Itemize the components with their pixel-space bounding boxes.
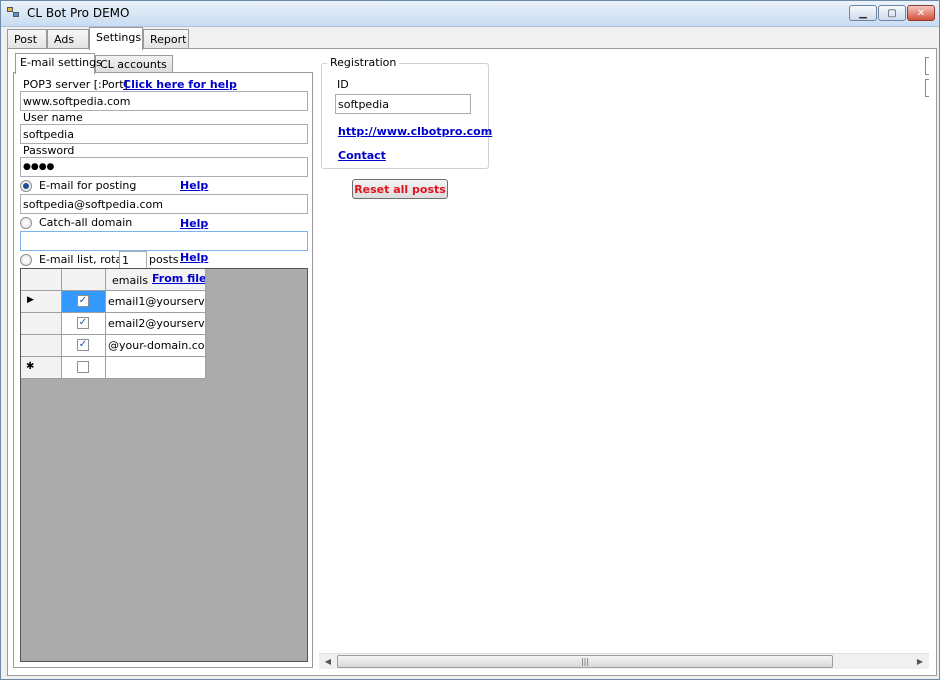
password-input[interactable]: ●●●● (20, 157, 308, 177)
emails-column-label: emails (112, 274, 149, 287)
password-label: Password (23, 144, 75, 157)
new-row-icon: ✱ (26, 361, 35, 372)
email-list-help-link[interactable]: Help (180, 251, 208, 264)
id-label: ID (337, 78, 349, 91)
scroll-thumb[interactable]: ||| (337, 655, 833, 668)
grid-check-header[interactable] (62, 269, 106, 291)
username-input[interactable]: softpedia (20, 124, 308, 144)
table-row-check[interactable] (62, 357, 106, 379)
current-row-icon: ▶ (27, 295, 34, 305)
pop3-help-link[interactable]: Click here for help (123, 78, 237, 91)
pop3-server-input[interactable]: www.softpedia.com (20, 91, 308, 111)
tab-report[interactable]: Report (143, 29, 189, 49)
row-header[interactable] (21, 313, 62, 335)
posts-label: posts (149, 253, 179, 266)
tab-post[interactable]: Post (7, 29, 47, 49)
id-input[interactable]: softpedia (335, 94, 471, 114)
close-icon: ✕ (916, 7, 926, 19)
contact-link[interactable]: Contact (338, 149, 386, 162)
scroll-right-icon[interactable]: ▶ (913, 656, 927, 668)
row-header[interactable]: ✱ (21, 357, 62, 379)
pop3-label: POP3 server [:Port] (23, 78, 128, 91)
catchall-help-link[interactable]: Help (180, 217, 208, 230)
row-header[interactable] (21, 335, 62, 357)
app-window: CL Bot Pro DEMO ▁ ▢ ✕ Post Ads Settings … (0, 0, 940, 680)
close-button[interactable]: ✕ (907, 5, 935, 21)
email-grid[interactable]: emails From file ▶ ✓ email1@yourserv... … (20, 268, 308, 662)
reset-all-posts-button[interactable]: Reset all posts (352, 179, 448, 199)
email-list-radio[interactable] (20, 254, 32, 266)
registration-title: Registration (327, 56, 400, 69)
maximize-icon: ▢ (887, 7, 897, 19)
maximize-button[interactable]: ▢ (878, 5, 906, 21)
title-bar: CL Bot Pro DEMO ▁ ▢ ✕ (1, 1, 939, 27)
grid-emails-header[interactable]: emails From file (106, 269, 206, 291)
minimize-icon: ▁ (859, 7, 867, 19)
table-row-email[interactable]: @your-domain.com (106, 335, 206, 357)
row-checkbox[interactable]: ✓ (77, 295, 89, 307)
from-file-link[interactable]: From file (152, 272, 205, 285)
minimize-button[interactable]: ▁ (849, 5, 877, 21)
table-row-email[interactable]: email1@yourserv... (106, 291, 206, 313)
catchall-input[interactable] (20, 231, 308, 251)
table-row-email[interactable] (106, 357, 206, 379)
username-label: User name (23, 111, 83, 124)
email-posting-input[interactable]: softpedia@softpedia.com (20, 194, 308, 214)
app-icon (7, 7, 21, 19)
right-edge-control[interactable] (925, 57, 929, 75)
grip-icon: ||| (580, 657, 590, 666)
horizontal-scrollbar[interactable]: ◀ ||| ▶ (319, 653, 929, 669)
tab-email-settings[interactable]: E-mail settings (15, 53, 102, 74)
table-row-check[interactable]: ✓ (62, 291, 106, 313)
email-posting-radio[interactable] (20, 180, 32, 192)
email-posting-help-link[interactable]: Help (180, 179, 208, 192)
table-row-check[interactable]: ✓ (62, 313, 106, 335)
table-row-email[interactable]: email2@yourserv... (106, 313, 206, 335)
tab-settings[interactable]: Settings (89, 27, 143, 50)
window-title: CL Bot Pro DEMO (27, 6, 130, 20)
rotate-count-input[interactable]: 1 (119, 251, 147, 269)
scroll-left-icon[interactable]: ◀ (321, 656, 335, 668)
catchall-radio[interactable] (20, 217, 32, 229)
row-checkbox[interactable]: ✓ (77, 339, 89, 351)
table-row-check[interactable]: ✓ (62, 335, 106, 357)
row-checkbox[interactable]: ✓ (77, 317, 89, 329)
catchall-label: Catch-all domain (39, 216, 133, 229)
tab-ads[interactable]: Ads (47, 29, 89, 49)
row-checkbox[interactable] (77, 361, 89, 373)
tab-cl-accounts[interactable]: CL accounts (95, 55, 173, 73)
email-posting-label: E-mail for posting (39, 179, 137, 192)
row-header[interactable]: ▶ (21, 291, 62, 313)
grid-corner-header[interactable] (21, 269, 62, 291)
website-link[interactable]: http://www.clbotpro.com (338, 125, 492, 138)
right-edge-control[interactable] (925, 79, 929, 97)
